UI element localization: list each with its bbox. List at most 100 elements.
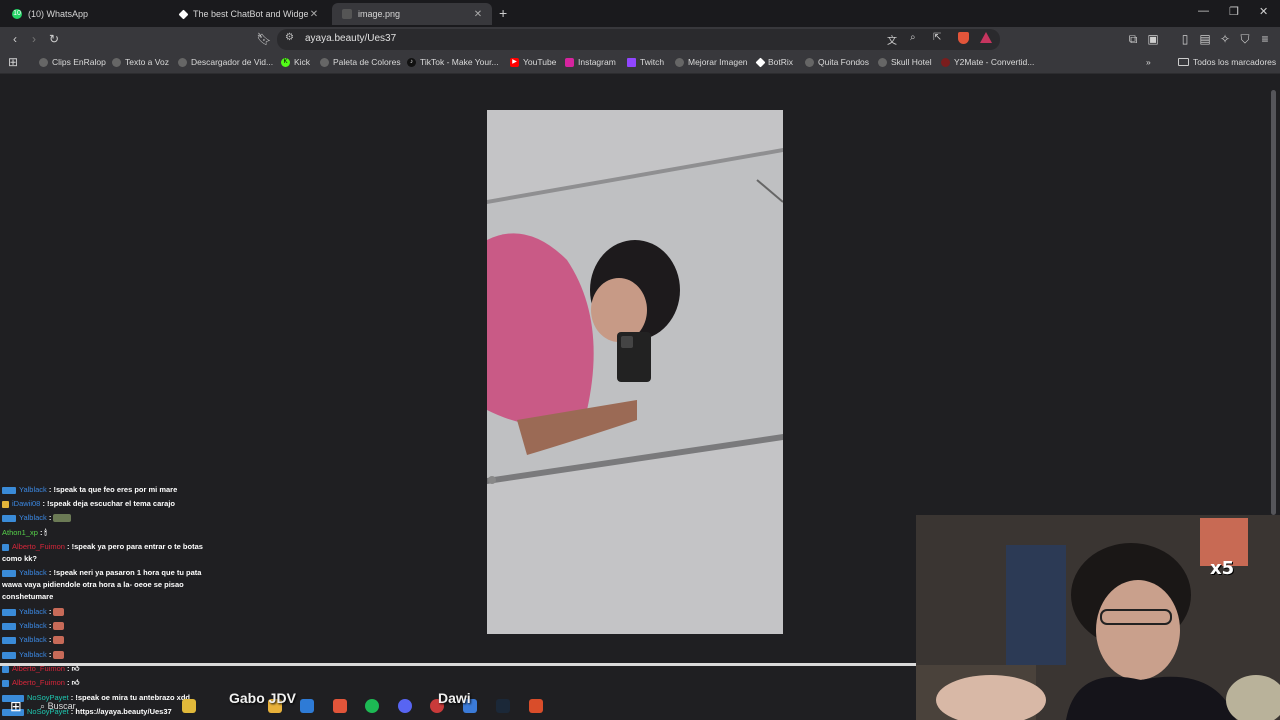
steam-icon[interactable] [496, 699, 510, 713]
bookmark-label: Kick [294, 57, 311, 67]
close-window-icon[interactable]: ✕ [1259, 5, 1268, 18]
overlay-name-1: Gabo JDV [229, 690, 296, 706]
discord-icon[interactable] [398, 699, 412, 713]
back-icon[interactable]: ‹ [7, 32, 23, 46]
globe-icon [112, 57, 121, 67]
app-icon[interactable] [529, 699, 543, 713]
sidebar-icon[interactable]: ▯ [1177, 32, 1193, 46]
emote-icon [53, 651, 65, 660]
image-icon [342, 9, 352, 19]
streamer-webcam [916, 515, 1280, 720]
overlay-progress-line [0, 663, 916, 666]
bookmarks-bar: ⊞ Clips EnRalop Texto a Voz Descargador … [0, 52, 1280, 74]
globe-icon [178, 57, 187, 67]
bookmark-label: Quita Fondos [818, 57, 870, 67]
bookmark-label: YouTube [523, 57, 557, 67]
folder-icon [1178, 58, 1189, 66]
share-icon[interactable]: ⇱ [933, 32, 941, 43]
webcam-feed [916, 515, 1280, 720]
tab-strip: 10 (10) WhatsApp The best ChatBot and Wi… [0, 0, 1280, 27]
bookmark-item[interactable]: Twitch [627, 57, 664, 67]
chat-continuation: como kk? [2, 554, 237, 564]
extensions-icon[interactable]: ⧉ [1125, 32, 1141, 47]
sparkle-icon [182, 699, 196, 713]
apps-grid-icon[interactable]: ⊞ [5, 55, 21, 69]
bookmark-item[interactable]: Instagram [565, 57, 616, 67]
badge-icon [2, 543, 9, 551]
brave-shields-icon[interactable] [958, 32, 969, 44]
badge-icon [2, 651, 16, 659]
bookmark-item[interactable]: Y2Mate - Convertid... [941, 57, 1034, 67]
chat-message: Yalblack : !speak neri ya pasaron 1 hora… [2, 568, 237, 578]
vpn-icon[interactable]: ▤ [1197, 32, 1213, 46]
bookmark-icon[interactable]: 🔖︎ [256, 32, 272, 46]
bookmark-label: Todos los marcadores [1193, 57, 1277, 67]
emote-icon: 👍︎ [71, 678, 80, 687]
taskbar-search[interactable]: ⌕ Buscar [40, 701, 76, 712]
bookmark-item[interactable]: K Kick [281, 57, 310, 67]
shield-icon[interactable]: ⛉ [1237, 32, 1253, 47]
windows-start-icon[interactable]: ⊞ [10, 698, 22, 715]
chat-text: !speak deja escuchar el tema carajo [47, 499, 176, 508]
y2mate-icon [941, 57, 950, 67]
chat-username: Yalblack [19, 513, 47, 522]
bookmark-item[interactable]: Skull Hotel [878, 57, 932, 67]
all-bookmarks-folder[interactable]: Todos los marcadores [1178, 57, 1276, 67]
bookmark-item[interactable]: Descargador de Vid... [178, 57, 273, 67]
chat-username: Yalblack [19, 607, 47, 616]
chat-message: iDawii08 : !speak deja escuchar el tema … [2, 499, 237, 509]
bookmark-label: Instagram [578, 57, 616, 67]
address-bar[interactable]: ⚙︎ ayaya.beauty/Ues37 文 ⌕ ⇱ [277, 29, 1000, 50]
tab-chatbot[interactable]: The best ChatBot and Widget ✕ [170, 3, 328, 25]
emote-icon [53, 608, 65, 617]
tab-title: (10) WhatsApp [28, 9, 89, 19]
bookmark-label: TikTok - Make Your... [420, 57, 499, 67]
emote-icon [53, 622, 65, 631]
chat-username: Yalblack [19, 621, 47, 630]
translate-icon[interactable]: 文 [887, 32, 897, 47]
bookmark-item[interactable]: ▶ YouTube [510, 57, 556, 67]
bookmark-label: Descargador de Vid... [191, 57, 274, 67]
bookmark-label: Skull Hotel [891, 57, 932, 67]
emote-icon [53, 636, 65, 645]
bookmark-item[interactable]: BotRix [755, 57, 793, 67]
chat-text: conshetumare [2, 592, 54, 601]
url-text[interactable]: ayaya.beauty/Ues37 [305, 33, 396, 44]
leo-ai-icon[interactable]: ✧ [1217, 32, 1233, 46]
tab-image[interactable]: image.png ✕ [332, 3, 492, 25]
bookmark-item[interactable]: Paleta de Colores [320, 57, 401, 67]
search-icon: ⌕ [40, 701, 46, 711]
reload-icon[interactable]: ↻ [46, 32, 62, 46]
bookmark-item[interactable]: Clips EnRalop [39, 57, 106, 67]
badge-icon [2, 486, 16, 494]
twitch-icon [627, 57, 636, 67]
badge-icon [2, 665, 9, 673]
menu-icon[interactable]: ≡ [1257, 32, 1273, 46]
more-bookmarks-icon[interactable]: » [1146, 57, 1151, 67]
botrix-icon [178, 9, 189, 19]
chat-username: Yalblack [19, 635, 47, 644]
bookmark-item[interactable]: ♪ TikTok - Make Your... [407, 57, 499, 67]
minimize-icon[interactable]: — [1198, 5, 1209, 17]
wallet-icon[interactable]: ▣ [1145, 32, 1161, 46]
globe-icon [39, 57, 48, 67]
spotify-icon[interactable] [365, 699, 379, 713]
site-info-icon[interactable]: ⚙︎ [285, 32, 294, 43]
bookmark-item[interactable]: Mejorar Imagen [675, 57, 748, 67]
badge-icon [2, 514, 16, 522]
restore-icon[interactable]: ❐ [1229, 5, 1239, 18]
overlay-name-2: Dawi [438, 690, 471, 706]
brave-rewards-icon[interactable] [980, 32, 992, 43]
brave-icon[interactable] [333, 699, 347, 713]
chat-continuation: wawa vaya pidiendole otra hora a la- oeo… [2, 580, 237, 590]
close-tab-icon[interactable]: ✕ [472, 9, 484, 20]
bookmark-item[interactable]: Texto a Voz [112, 57, 169, 67]
scrollbar[interactable] [1271, 90, 1276, 515]
new-tab-button[interactable]: + [499, 5, 507, 21]
zoom-icon[interactable]: ⌕ [910, 32, 916, 43]
store-icon[interactable] [300, 699, 314, 713]
bookmark-item[interactable]: Quita Fondos [805, 57, 869, 67]
close-tab-icon[interactable]: ✕ [308, 9, 320, 20]
forward-icon[interactable]: › [26, 32, 42, 46]
tab-whatsapp[interactable]: 10 (10) WhatsApp [2, 3, 168, 25]
